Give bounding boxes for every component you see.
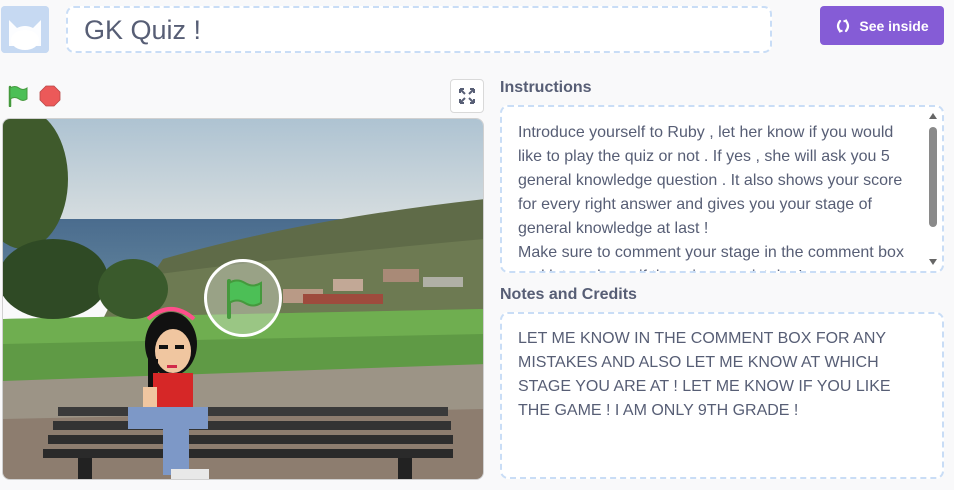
instructions-scrollbar[interactable] <box>928 111 938 267</box>
project-title-field[interactable]: GK Quiz ! <box>66 6 772 53</box>
stop-icon <box>39 85 61 107</box>
remix-icon <box>837 18 850 33</box>
notes-heading: Notes and Credits <box>500 286 637 303</box>
fullscreen-button[interactable] <box>450 79 484 113</box>
instructions-text: Introduce yourself to Ruby , let her kno… <box>518 124 904 271</box>
fullscreen-icon <box>459 88 475 104</box>
scroll-down-icon[interactable] <box>929 259 937 265</box>
instructions-heading: Instructions <box>500 79 592 96</box>
scroll-up-icon[interactable] <box>929 113 937 119</box>
green-flag-icon <box>227 279 262 319</box>
project-title: GK Quiz ! <box>84 15 202 45</box>
see-inside-button[interactable]: See inside <box>820 6 944 45</box>
notes-field[interactable]: LET ME KNOW IN THE COMMENT BOX FOR ANY M… <box>500 312 944 479</box>
project-stage[interactable] <box>2 118 484 480</box>
start-flag-button[interactable] <box>204 259 282 337</box>
stop-button[interactable] <box>39 85 61 107</box>
scrollbar-thumb[interactable] <box>929 127 937 227</box>
cat-icon <box>1 6 49 53</box>
green-flag-button[interactable] <box>7 85 29 108</box>
author-avatar[interactable] <box>1 6 49 53</box>
see-inside-label: See inside <box>859 17 929 34</box>
green-flag-icon <box>8 85 28 108</box>
notes-text: LET ME KNOW IN THE COMMENT BOX FOR ANY M… <box>518 330 891 419</box>
instructions-field[interactable]: Introduce yourself to Ruby , let her kno… <box>500 105 944 273</box>
